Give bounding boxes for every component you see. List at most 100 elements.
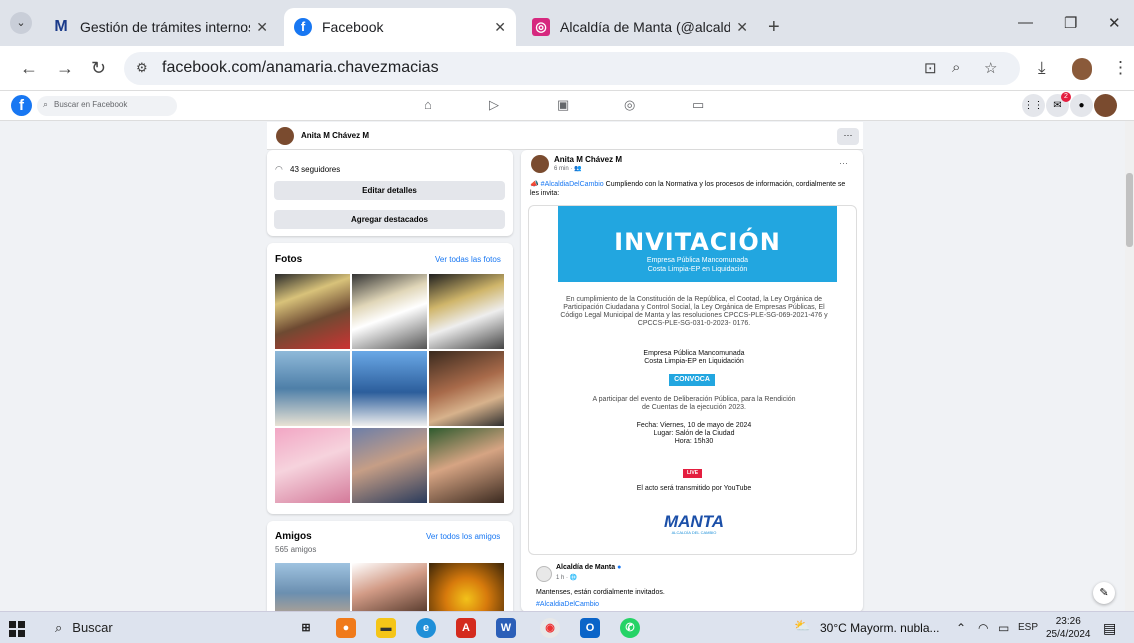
weather-text[interactable]: 30°C Mayorm. nubla... bbox=[820, 621, 940, 635]
instagram-icon: ◎ bbox=[532, 18, 550, 36]
edit-details-button[interactable]: Editar detalles bbox=[274, 181, 505, 200]
add-featured-button[interactable]: Agregar destacados bbox=[274, 210, 505, 229]
facebook-search-input[interactable]: ⌕ Buscar en Facebook bbox=[37, 96, 177, 116]
post-time[interactable]: 6 min · 👥 bbox=[554, 165, 581, 172]
photo-thumbnail[interactable] bbox=[352, 274, 427, 349]
flyer-purpose: A participar del evento de Deliberación … bbox=[592, 396, 796, 411]
acrobat-icon[interactable]: A bbox=[456, 618, 476, 638]
post-author[interactable]: Anita M Chávez M bbox=[554, 155, 622, 164]
avatar[interactable] bbox=[531, 155, 549, 173]
bell-icon[interactable]: ● bbox=[1070, 94, 1093, 117]
more-options-button[interactable]: ··· bbox=[837, 128, 859, 145]
close-window-button[interactable]: ✕ bbox=[1108, 14, 1121, 32]
new-tab-button[interactable]: + bbox=[768, 16, 780, 39]
account-avatar[interactable] bbox=[1094, 94, 1117, 117]
whatsapp-icon[interactable]: ✆ bbox=[620, 618, 640, 638]
photo-thumbnail[interactable] bbox=[429, 428, 504, 503]
avatar[interactable] bbox=[276, 127, 294, 145]
flyer-legal-text: En cumplimiento de la Constitución de la… bbox=[560, 296, 828, 327]
bookmark-star-icon[interactable]: ☆ bbox=[984, 59, 997, 77]
shared-author[interactable]: Alcaldía de Manta ● bbox=[556, 564, 621, 571]
see-all-friends-link[interactable]: Ver todos los amigos bbox=[426, 532, 500, 541]
tab-instagram[interactable]: ◎ Alcaldía de Manta (@alcaldiade ✕ bbox=[522, 8, 758, 46]
flyer-broadcast: El acto será transmitido por YouTube bbox=[636, 485, 752, 492]
reload-button[interactable]: ↻ bbox=[91, 58, 106, 79]
video-icon[interactable]: ▷ bbox=[489, 97, 499, 113]
profile-avatar[interactable] bbox=[1072, 58, 1092, 80]
alcaldia-avatar[interactable] bbox=[536, 566, 552, 582]
marketplace-icon[interactable]: ▣ bbox=[557, 97, 569, 113]
search-icon: ⌕ bbox=[55, 620, 63, 635]
photo-thumbnail[interactable] bbox=[275, 274, 350, 349]
download-icon[interactable]: ⤓ bbox=[1038, 58, 1046, 78]
photos-title: Fotos bbox=[275, 254, 303, 265]
facebook-icon: f bbox=[294, 18, 312, 36]
post-options-button[interactable]: ··· bbox=[839, 158, 848, 168]
scrollbar-thumb[interactable] bbox=[1126, 173, 1133, 247]
page-scrollbar[interactable] bbox=[1125, 121, 1134, 611]
megaphone-icon: 📣 bbox=[530, 181, 541, 188]
post-card: Anita M Chávez M 6 min · 👥 ··· 📣 #Alcald… bbox=[521, 150, 863, 612]
close-icon[interactable]: ✕ bbox=[256, 19, 268, 36]
photo-thumbnail[interactable] bbox=[352, 428, 427, 503]
photo-thumbnail[interactable] bbox=[275, 428, 350, 503]
address-bar: ← → ↻ ⚙ facebook.com/anamaria.chavezmaci… bbox=[0, 46, 1134, 91]
app-icon[interactable]: ● bbox=[336, 618, 356, 638]
back-button[interactable]: ← bbox=[20, 58, 38, 79]
edge-icon[interactable]: e bbox=[416, 618, 436, 638]
facebook-logo-icon[interactable]: f bbox=[11, 95, 32, 116]
gmail-icon: M bbox=[54, 18, 68, 35]
tray-expand-icon[interactable]: ⌃ bbox=[956, 621, 966, 635]
hashtag-link[interactable]: #AlcaldiaDelCambio bbox=[541, 181, 604, 188]
restore-button[interactable]: ❐ bbox=[1064, 14, 1077, 32]
photo-thumbnail[interactable] bbox=[275, 351, 350, 426]
post-caption: 📣 #AlcaldiaDelCambio Cumpliendo con la N… bbox=[530, 181, 846, 197]
photo-thumbnail[interactable] bbox=[429, 351, 504, 426]
gaming-icon[interactable]: ▭ bbox=[692, 97, 704, 113]
photo-thumbnail[interactable] bbox=[429, 274, 504, 349]
profile-name[interactable]: Anita M Chávez M bbox=[301, 131, 369, 140]
minimize-button[interactable]: — bbox=[1018, 14, 1033, 31]
forward-button[interactable]: → bbox=[56, 58, 74, 79]
menu-grid-icon[interactable]: ⋮⋮ bbox=[1022, 94, 1045, 117]
word-icon[interactable]: W bbox=[496, 618, 516, 638]
menu-kebab-icon[interactable]: ⋮ bbox=[1112, 58, 1129, 78]
outlook-icon[interactable]: O bbox=[580, 618, 600, 638]
close-icon[interactable]: ✕ bbox=[736, 19, 748, 36]
shared-hashtag-link[interactable]: #AlcaldiaDelCambio bbox=[536, 601, 599, 608]
shared-text: Mantenses, están cordialmente invitados. bbox=[536, 589, 665, 596]
notification-center-icon[interactable]: ▤ bbox=[1103, 620, 1116, 637]
task-view-icon[interactable]: ⊞ bbox=[296, 618, 316, 638]
chrome-icon[interactable]: ◉ bbox=[540, 618, 560, 638]
flyer-header: INVITACIÓN Empresa Pública Mancomunada C… bbox=[558, 206, 837, 282]
photo-thumbnail[interactable] bbox=[352, 351, 427, 426]
home-icon[interactable]: ⌂ bbox=[424, 97, 432, 112]
tab-facebook[interactable]: f Facebook ✕ bbox=[284, 8, 516, 46]
invitation-flyer[interactable]: INVITACIÓN Empresa Pública Mancomunada C… bbox=[528, 205, 857, 555]
battery-icon[interactable]: ▭ bbox=[998, 621, 1009, 635]
zoom-icon[interactable]: ⌕ bbox=[952, 59, 960, 76]
wifi-icon[interactable]: ◠ bbox=[978, 621, 988, 635]
shared-time[interactable]: 1 h · 🌐 bbox=[556, 574, 577, 581]
manta-logo: MANTA bbox=[663, 512, 725, 531]
windows-start-icon[interactable] bbox=[9, 621, 25, 637]
intro-card: ◠ 43 seguidores Editar detalles Agregar … bbox=[267, 150, 513, 236]
omnibox[interactable]: ⚙ facebook.com/anamaria.chavezmacias ⊡ ⌕… bbox=[124, 52, 1020, 85]
browser-tab-strip: ⌄ M Gestión de trámites internos ✕ f Fac… bbox=[0, 0, 1134, 46]
site-info-icon[interactable]: ⚙ bbox=[136, 60, 148, 76]
system-clock[interactable]: 23:26 25/4/2024 bbox=[1046, 615, 1091, 641]
see-all-photos-link[interactable]: Ver todas las fotos bbox=[435, 255, 501, 264]
followers-count[interactable]: 43 seguidores bbox=[290, 165, 340, 174]
language-indicator[interactable]: ESP bbox=[1018, 622, 1038, 633]
tab-gestion[interactable]: M Gestión de trámites internos ✕ bbox=[42, 8, 278, 46]
taskbar-search[interactable]: ⌕ Buscar bbox=[55, 620, 113, 636]
groups-icon[interactable]: ◎ bbox=[624, 97, 635, 113]
windows-taskbar: ⌕ Buscar ⊞ ● ▬ e A W ◉ O ✆ ⛅ 30°C Mayorm.… bbox=[0, 611, 1134, 643]
new-message-button[interactable]: ✎ bbox=[1093, 582, 1115, 604]
manta-logo-subtitle: ALCALDÍA DEL CAMBIO bbox=[671, 530, 717, 535]
close-icon[interactable]: ✕ bbox=[494, 19, 506, 36]
file-explorer-icon[interactable]: ▬ bbox=[376, 618, 396, 638]
install-app-icon[interactable]: ⊡ bbox=[924, 59, 937, 77]
url-text[interactable]: facebook.com/anamaria.chavezmacias bbox=[162, 59, 439, 77]
tab-search-button[interactable]: ⌄ bbox=[10, 12, 32, 34]
